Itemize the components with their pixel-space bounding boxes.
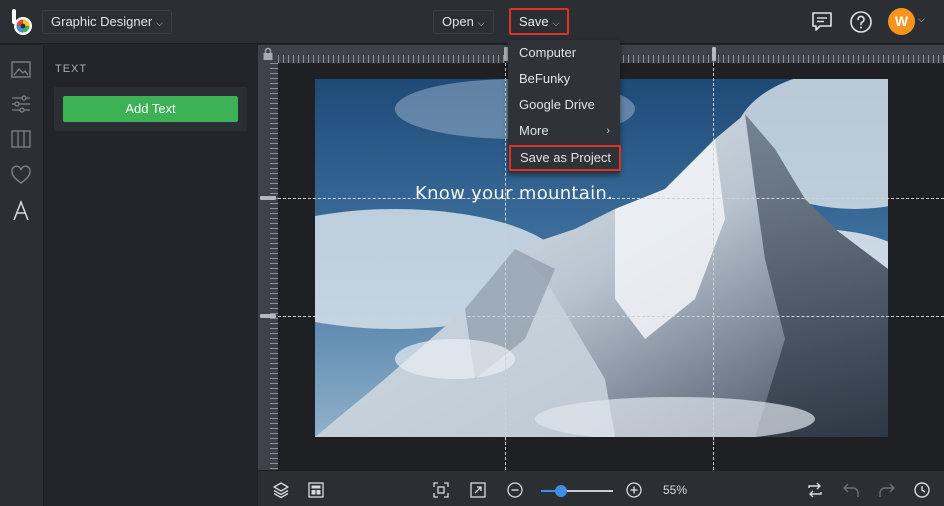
guide-line-vertical[interactable] bbox=[505, 63, 506, 470]
panel-box: Add Text bbox=[54, 87, 247, 131]
chevron-down-icon: ⌵ bbox=[477, 18, 485, 28]
add-text-button[interactable]: Add Text bbox=[63, 96, 238, 122]
fit-screen-icon[interactable] bbox=[432, 481, 450, 499]
mode-selector[interactable]: Graphic Designer ⌵ bbox=[42, 10, 172, 34]
guide-handle-vertical[interactable] bbox=[260, 314, 276, 318]
befunky-logo-icon[interactable] bbox=[9, 8, 35, 36]
image-icon[interactable] bbox=[10, 59, 32, 81]
top-bar: Graphic Designer ⌵ Open ⌵ Save ⌵ W ⌵ bbox=[0, 0, 944, 44]
chat-icon[interactable] bbox=[810, 10, 834, 34]
bottom-bar: 55% bbox=[258, 470, 944, 506]
swap-icon[interactable] bbox=[806, 481, 824, 499]
ruler-corner bbox=[258, 45, 278, 63]
save-dropdown-menu: Computer BeFunky Google Drive More › Sav… bbox=[508, 40, 621, 173]
menu-item-more[interactable]: More › bbox=[508, 118, 620, 144]
menu-item-computer[interactable]: Computer bbox=[508, 40, 620, 66]
text-panel: TEXT Add Text bbox=[45, 45, 257, 506]
expand-icon[interactable] bbox=[469, 481, 487, 499]
guide-handle-vertical[interactable] bbox=[260, 196, 276, 200]
guide-handle-horizontal[interactable] bbox=[712, 47, 716, 61]
guide-line-horizontal[interactable] bbox=[278, 198, 944, 199]
zoom-slider-handle[interactable] bbox=[554, 485, 567, 497]
history-icon[interactable] bbox=[913, 481, 931, 499]
zoom-slider[interactable] bbox=[541, 490, 613, 492]
guide-line-vertical[interactable] bbox=[713, 63, 714, 470]
chevron-down-icon[interactable]: ⌵ bbox=[918, 14, 925, 25]
sliders-icon[interactable] bbox=[10, 93, 32, 115]
zoom-out-icon[interactable] bbox=[506, 481, 524, 499]
help-icon[interactable] bbox=[849, 10, 873, 34]
lock-icon[interactable] bbox=[262, 47, 274, 61]
layout-grid-icon[interactable] bbox=[10, 128, 32, 150]
panel-title: TEXT bbox=[55, 63, 88, 75]
save-button[interactable]: Save ⌵ bbox=[509, 8, 570, 35]
mode-selector-label: Graphic Designer bbox=[51, 14, 153, 29]
ruler-vertical[interactable] bbox=[258, 63, 278, 470]
zoom-level: 55% bbox=[663, 483, 688, 497]
menu-item-more-label: More bbox=[519, 123, 549, 138]
menu-item-befunky[interactable]: BeFunky bbox=[508, 66, 620, 92]
layers-icon[interactable] bbox=[272, 481, 290, 499]
menu-item-google-drive[interactable]: Google Drive bbox=[508, 92, 620, 118]
left-toolbar bbox=[0, 45, 44, 506]
text-icon[interactable] bbox=[10, 200, 32, 222]
open-button[interactable]: Open ⌵ bbox=[433, 10, 494, 34]
avatar[interactable]: W bbox=[888, 8, 915, 35]
chevron-down-icon: ⌵ bbox=[156, 18, 163, 28]
guide-line-horizontal[interactable] bbox=[278, 316, 944, 317]
redo-icon[interactable] bbox=[878, 481, 896, 499]
template-icon[interactable] bbox=[307, 481, 325, 499]
open-button-label: Open bbox=[442, 14, 474, 29]
menu-item-save-as-project[interactable]: Save as Project bbox=[509, 145, 621, 171]
save-button-label: Save bbox=[519, 14, 549, 29]
undo-icon[interactable] bbox=[842, 481, 860, 499]
chevron-right-icon: › bbox=[606, 125, 610, 137]
zoom-in-icon[interactable] bbox=[625, 481, 643, 499]
chevron-down-icon: ⌵ bbox=[552, 18, 560, 28]
overlay-text-layer[interactable]: Know your mountain. bbox=[415, 183, 613, 204]
heart-icon[interactable] bbox=[10, 164, 32, 186]
